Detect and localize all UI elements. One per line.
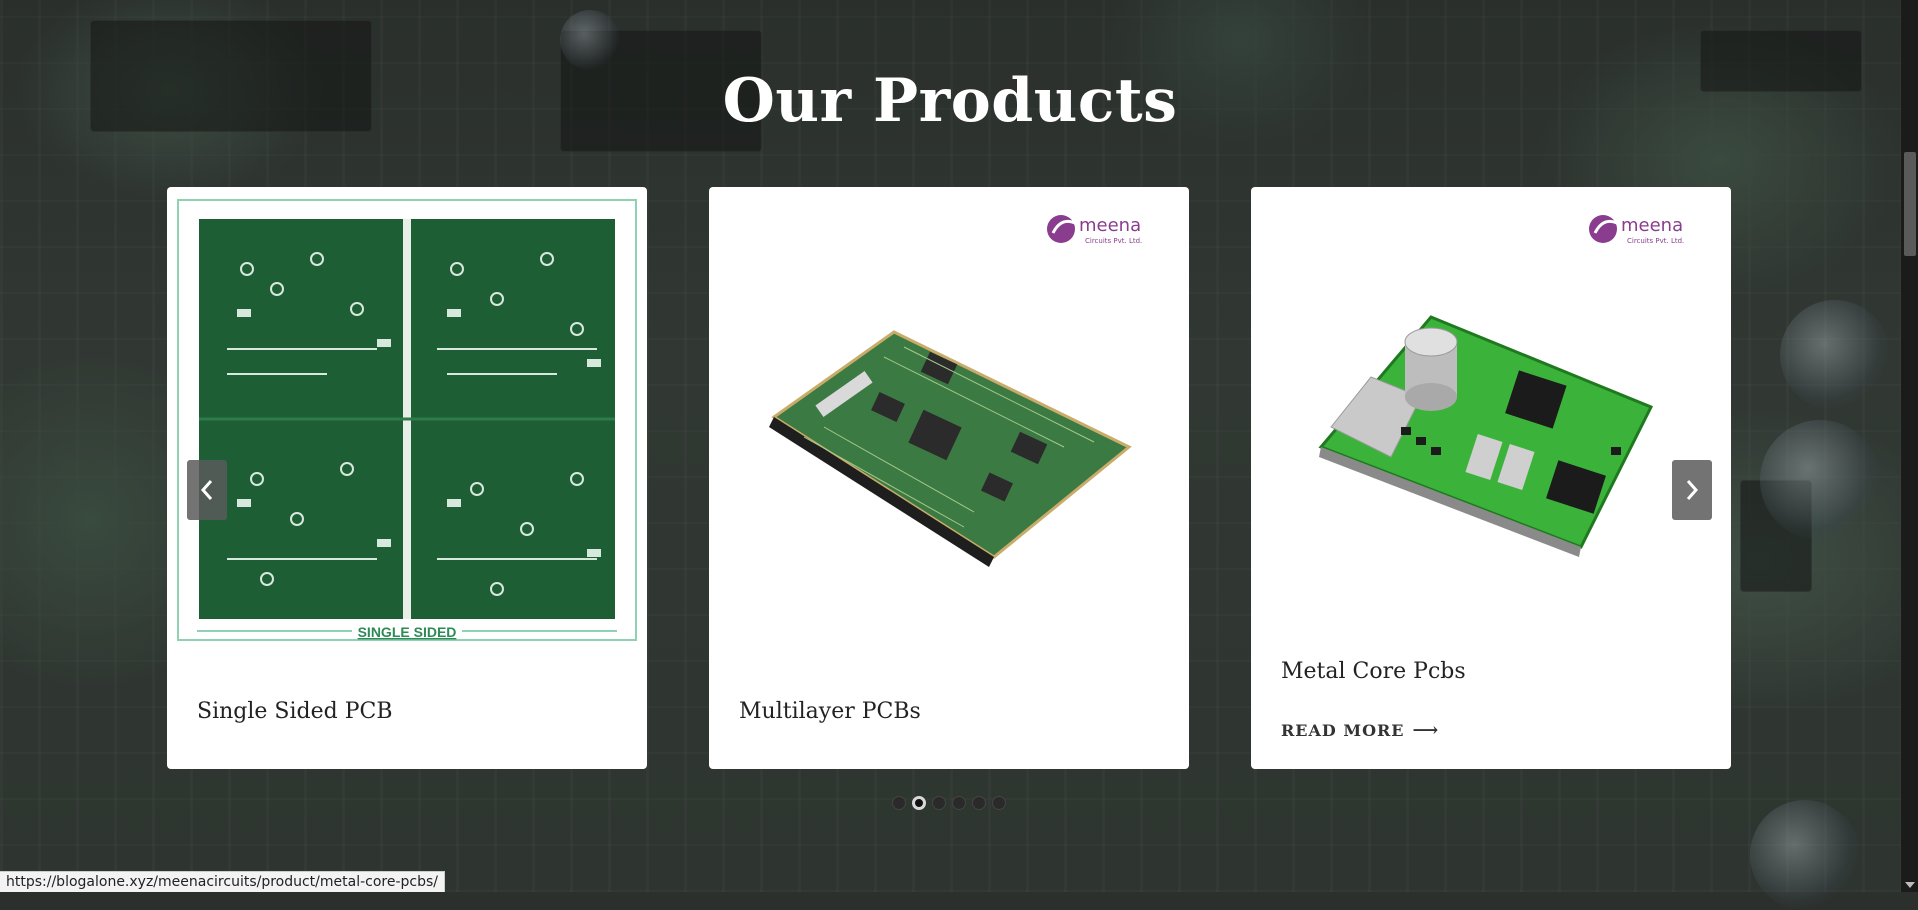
product-card-metal-core[interactable]: meena Circuits Pvt. Ltd. Metal Core Pcbs…: [1251, 187, 1731, 769]
svg-text:Circuits Pvt. Ltd.: Circuits Pvt. Ltd.: [1085, 237, 1142, 245]
svg-text:Circuits Pvt. Ltd.: Circuits Pvt. Ltd.: [1627, 237, 1684, 245]
scroll-down-arrow-icon[interactable]: [1905, 882, 1915, 888]
product-name[interactable]: Metal Core Pcbs: [1281, 659, 1466, 684]
read-more-link[interactable]: READ MORE ⟶: [1281, 720, 1439, 741]
meena-logo-icon: meena Circuits Pvt. Ltd.: [1589, 215, 1684, 245]
product-name[interactable]: Single Sided PCB: [197, 699, 393, 724]
background-capacitor: [560, 10, 620, 70]
carousel-dot-active[interactable]: [912, 796, 926, 810]
carousel-dot[interactable]: [952, 796, 966, 810]
browser-status-url: https://blogalone.xyz/meenacircuits/prod…: [0, 871, 446, 892]
single-sided-pcb-image[interactable]: SINGLE SIDED: [177, 199, 637, 654]
carousel-dot[interactable]: [992, 796, 1006, 810]
chevron-right-icon: [1686, 480, 1699, 500]
scrollbar-thumb[interactable]: [1904, 152, 1916, 256]
image-caption: SINGLE SIDED: [358, 624, 457, 640]
product-card-multilayer[interactable]: meena Circuits Pvt. Ltd. Multilayer PCBs: [709, 187, 1189, 769]
svg-text:meena: meena: [1079, 215, 1141, 236]
background-capacitor: [1750, 800, 1860, 910]
product-name[interactable]: Multilayer PCBs: [739, 699, 921, 724]
arrow-right-icon: ⟶: [1412, 720, 1440, 741]
background-capacitor: [1780, 300, 1890, 410]
carousel-prev-button[interactable]: [187, 460, 227, 520]
page-scrollbar[interactable]: [1901, 0, 1918, 892]
carousel-dot[interactable]: [932, 796, 946, 810]
svg-text:meena: meena: [1621, 215, 1683, 236]
carousel-dots: [892, 796, 1006, 810]
section-title: Our Products: [722, 66, 1178, 136]
chevron-left-icon: [200, 480, 213, 500]
meena-logo-icon: meena Circuits Pvt. Ltd.: [1047, 215, 1142, 245]
carousel-next-button[interactable]: [1672, 460, 1712, 520]
carousel-dot[interactable]: [972, 796, 986, 810]
product-card-single-sided[interactable]: SINGLE SIDED Single Sided PCB: [167, 187, 647, 769]
multilayer-pcb-image[interactable]: [764, 327, 1134, 567]
background-capacitor: [1760, 420, 1880, 540]
carousel-dot[interactable]: [892, 796, 906, 810]
metal-core-pcb-image[interactable]: [1311, 297, 1671, 557]
